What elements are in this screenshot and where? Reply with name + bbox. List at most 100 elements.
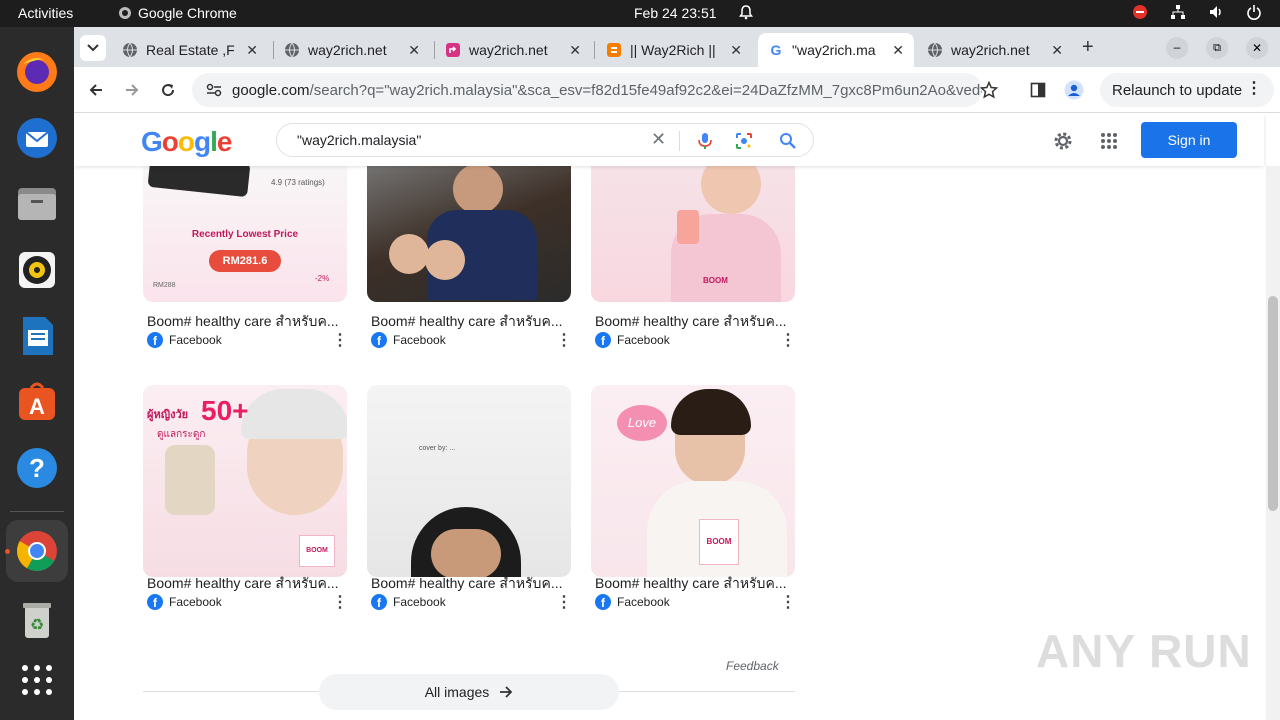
thunderbird-icon[interactable]	[14, 115, 60, 161]
clear-icon[interactable]: ✕	[651, 129, 666, 150]
more-options-icon[interactable]: ⋮	[556, 330, 572, 350]
tab-way2rich-1[interactable]: way2rich.net ✕	[274, 33, 430, 67]
result-source[interactable]: f Facebook	[147, 332, 222, 348]
result-title[interactable]: Boom# healthy care สำหรับค...	[595, 311, 795, 333]
side-panel-icon[interactable]	[1030, 82, 1046, 98]
search-icon[interactable]	[779, 132, 797, 150]
result-image[interactable]: 4.9 (73 ratings) Recently Lowest Price R…	[143, 154, 347, 302]
search-box[interactable]: "way2rich.malaysia" ✕	[276, 123, 814, 157]
result-title[interactable]: Boom# healthy care สำหรับค...	[147, 573, 347, 595]
feedback-link[interactable]: Feedback	[726, 659, 779, 673]
image-text: cover by: ...	[419, 445, 456, 452]
close-icon[interactable]: ✕	[408, 42, 420, 59]
tab-title: Real Estate ,F	[146, 42, 235, 58]
reload-icon[interactable]	[160, 82, 176, 98]
blogger-icon	[607, 43, 621, 57]
tab-search-button[interactable]	[80, 35, 106, 61]
search-input[interactable]: "way2rich.malaysia"	[297, 132, 421, 148]
google-logo[interactable]: Google	[141, 126, 232, 158]
globe-icon	[123, 42, 137, 58]
url-path: /search?q="way2rich.malaysia"&sca_esv=f8…	[309, 81, 982, 99]
app-menu[interactable]: Google Chrome	[118, 5, 237, 21]
facebook-icon: f	[371, 332, 387, 348]
scrollbar-thumb[interactable]	[1268, 296, 1278, 511]
close-window-button[interactable]: ✕	[1246, 37, 1268, 59]
help-icon[interactable]: ?	[14, 445, 60, 491]
close-icon[interactable]: ✕	[892, 42, 904, 59]
result-source[interactable]: f Facebook	[595, 594, 670, 610]
firefox-icon[interactable]	[14, 49, 60, 95]
show-apps-icon[interactable]	[14, 657, 60, 703]
app-center-icon[interactable]: A	[14, 379, 60, 425]
close-icon[interactable]: ✕	[246, 42, 258, 59]
close-icon[interactable]: ✕	[1051, 42, 1063, 59]
minimize-button[interactable]: –	[1166, 37, 1188, 59]
google-icon: G	[771, 42, 782, 58]
result-image[interactable]: Love BOOM	[591, 385, 795, 577]
files-icon[interactable]	[14, 181, 60, 227]
result-image[interactable]	[367, 154, 571, 302]
result-title[interactable]: Boom# healthy care สำหรับค...	[371, 311, 571, 333]
source-name: Facebook	[617, 333, 670, 347]
lens-icon[interactable]	[735, 132, 753, 150]
more-options-icon[interactable]: ⋮	[780, 330, 796, 350]
result-source[interactable]: f Facebook	[595, 332, 670, 348]
image-brand: BOOM	[699, 519, 739, 565]
activities-button[interactable]: Activities	[18, 5, 73, 21]
tab-way2rich-2[interactable]: way2rich.net ✕	[435, 33, 591, 67]
all-images-button[interactable]: All images	[319, 674, 619, 710]
result-source[interactable]: f Facebook	[371, 594, 446, 610]
more-menu-icon[interactable]: ⋮	[1246, 79, 1262, 99]
forward-icon[interactable]	[124, 82, 140, 98]
close-icon[interactable]: ✕	[569, 42, 581, 59]
rhythmbox-icon[interactable]	[14, 247, 60, 293]
result-image[interactable]: ผู้หญิงวัย 50+ ดูแลกระดูก BOOM	[143, 385, 347, 577]
facebook-icon: f	[371, 594, 387, 610]
chrome-dock-icon[interactable]	[6, 520, 68, 582]
chevron-down-icon	[87, 44, 99, 52]
google-apps-icon[interactable]	[1100, 132, 1118, 150]
more-options-icon[interactable]: ⋮	[332, 330, 348, 350]
system-tray[interactable]	[1132, 4, 1262, 20]
profile-avatar-icon[interactable]	[1064, 80, 1084, 100]
maximize-button[interactable]: ⧉	[1206, 37, 1228, 59]
image-caption: Recently Lowest Price	[191, 229, 299, 240]
tab-way2rich-blog[interactable]: || Way2Rich || ✕	[596, 33, 752, 67]
network-icon	[1171, 5, 1185, 19]
svg-text:A: A	[29, 394, 45, 419]
trash-icon[interactable]: ♻	[14, 597, 60, 643]
back-icon[interactable]	[88, 82, 104, 98]
microphone-icon[interactable]	[697, 132, 713, 150]
tab-google-search[interactable]: G "way2rich.ma ✕	[758, 33, 914, 67]
result-title[interactable]: Boom# healthy care สำหรับค...	[595, 573, 795, 595]
result-source[interactable]: f Facebook	[147, 594, 222, 610]
address-bar[interactable]: google.com/search?q="way2rich.malaysia"&…	[192, 73, 982, 107]
more-options-icon[interactable]: ⋮	[332, 592, 348, 612]
page-content: Google "way2rich.malaysia" ✕ Sign in 4.9…	[74, 114, 1280, 720]
site-info-icon[interactable]	[206, 83, 222, 97]
source-name: Facebook	[393, 595, 446, 609]
relaunch-to-update-button[interactable]: Relaunch to update ⋮	[1100, 73, 1274, 107]
result-title[interactable]: Boom# healthy care สำหรับค...	[147, 311, 347, 333]
result-source[interactable]: f Facebook	[371, 332, 446, 348]
more-options-icon[interactable]: ⋮	[780, 592, 796, 612]
system-top-bar: Activities Google Chrome Feb 24 23:51	[0, 0, 1280, 27]
result-image[interactable]: BOOM	[591, 154, 795, 302]
new-tab-button[interactable]: +	[1082, 36, 1094, 59]
clock[interactable]: Feb 24 23:51	[634, 5, 717, 21]
arrow-right-icon	[500, 686, 513, 698]
tab-way2rich-3[interactable]: way2rich.net ✕	[917, 33, 1073, 67]
close-icon[interactable]: ✕	[730, 42, 742, 59]
bell-icon[interactable]	[738, 4, 754, 23]
writer-icon[interactable]	[14, 313, 60, 359]
sign-in-button[interactable]: Sign in	[1141, 122, 1237, 158]
more-options-icon[interactable]: ⋮	[556, 592, 572, 612]
result-image[interactable]: cover by: ...	[367, 385, 571, 577]
source-name: Facebook	[393, 333, 446, 347]
scrollbar[interactable]	[1266, 166, 1280, 720]
all-images-label: All images	[424, 684, 490, 700]
settings-gear-icon[interactable]	[1052, 130, 1074, 152]
result-title[interactable]: Boom# healthy care สำหรับค...	[371, 573, 571, 595]
tab-real-estate[interactable]: Real Estate ,F ✕	[112, 33, 268, 67]
bookmark-star-icon[interactable]	[980, 81, 998, 99]
